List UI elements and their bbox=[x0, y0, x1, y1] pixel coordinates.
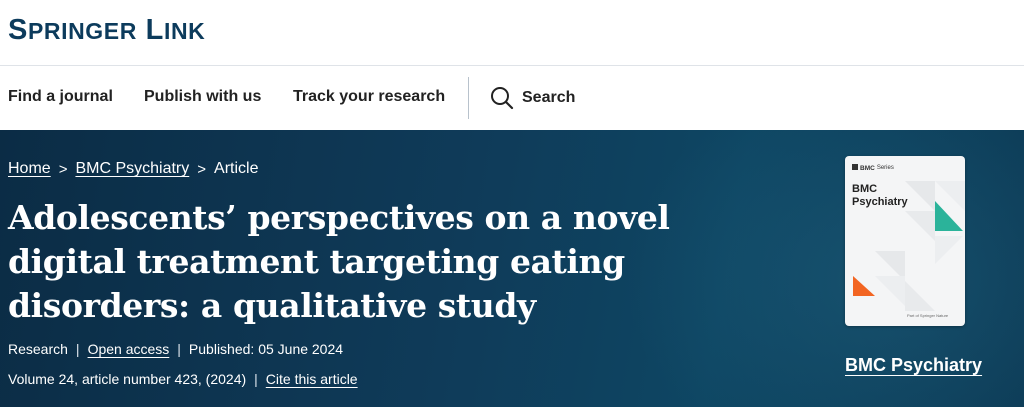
springer-link-logo[interactable]: SPRINGER LINK bbox=[8, 14, 205, 47]
article-meta: Research | Open access | Published: 05 J… bbox=[8, 341, 343, 357]
meta-divider: | bbox=[254, 371, 258, 387]
breadcrumb: Home > BMC Psychiatry > Article bbox=[8, 160, 258, 178]
cover-pattern-icon bbox=[853, 181, 965, 311]
nav-track-research[interactable]: Track your research bbox=[293, 88, 445, 106]
chevron-right-icon: > bbox=[197, 160, 207, 178]
article-citation-meta: Volume 24, article number 423, (2024) | … bbox=[8, 371, 358, 387]
breadcrumb-journal[interactable]: BMC Psychiatry bbox=[75, 160, 189, 178]
article-type: Research bbox=[8, 341, 68, 357]
nav-find-journal[interactable]: Find a journal bbox=[8, 88, 113, 106]
meta-divider: | bbox=[177, 341, 181, 357]
nav-publish-with-us[interactable]: Publish with us bbox=[144, 88, 261, 106]
search-icon bbox=[490, 86, 514, 110]
logo-word: INK bbox=[163, 18, 206, 44]
published-date: Published: 05 June 2024 bbox=[188, 341, 344, 357]
search-button[interactable]: Search bbox=[490, 85, 575, 111]
cover-footer: Part of Springer Nature bbox=[907, 313, 949, 318]
cite-article-link[interactable]: Cite this article bbox=[266, 371, 358, 387]
logo-letter: S bbox=[8, 14, 28, 46]
volume-info: Volume 24, article number 423, (2024) bbox=[8, 371, 247, 387]
article-hero: Home > BMC Psychiatry > Article Adolesce… bbox=[0, 130, 1024, 407]
logo-letter: L bbox=[145, 14, 164, 46]
search-label: Search bbox=[522, 89, 576, 106]
breadcrumb-home[interactable]: Home bbox=[8, 160, 51, 178]
open-access-link[interactable]: Open access bbox=[88, 341, 170, 357]
logo-word: PRINGER bbox=[27, 18, 137, 44]
nav-divider bbox=[468, 77, 469, 119]
meta-divider: | bbox=[75, 341, 80, 357]
article-title: Adolescents’ perspectives on a novel dig… bbox=[8, 198, 670, 325]
chevron-right-icon: > bbox=[58, 160, 68, 178]
journal-name-link[interactable]: BMC Psychiatry bbox=[845, 355, 982, 376]
site-header: SPRINGER LINK bbox=[0, 0, 1024, 66]
breadcrumb-current: Article bbox=[214, 160, 259, 177]
main-nav: Find a journal Publish with us Track you… bbox=[0, 67, 1024, 130]
journal-cover[interactable]: BMC Series BMC Psychiatry Part of Spring… bbox=[845, 156, 965, 326]
